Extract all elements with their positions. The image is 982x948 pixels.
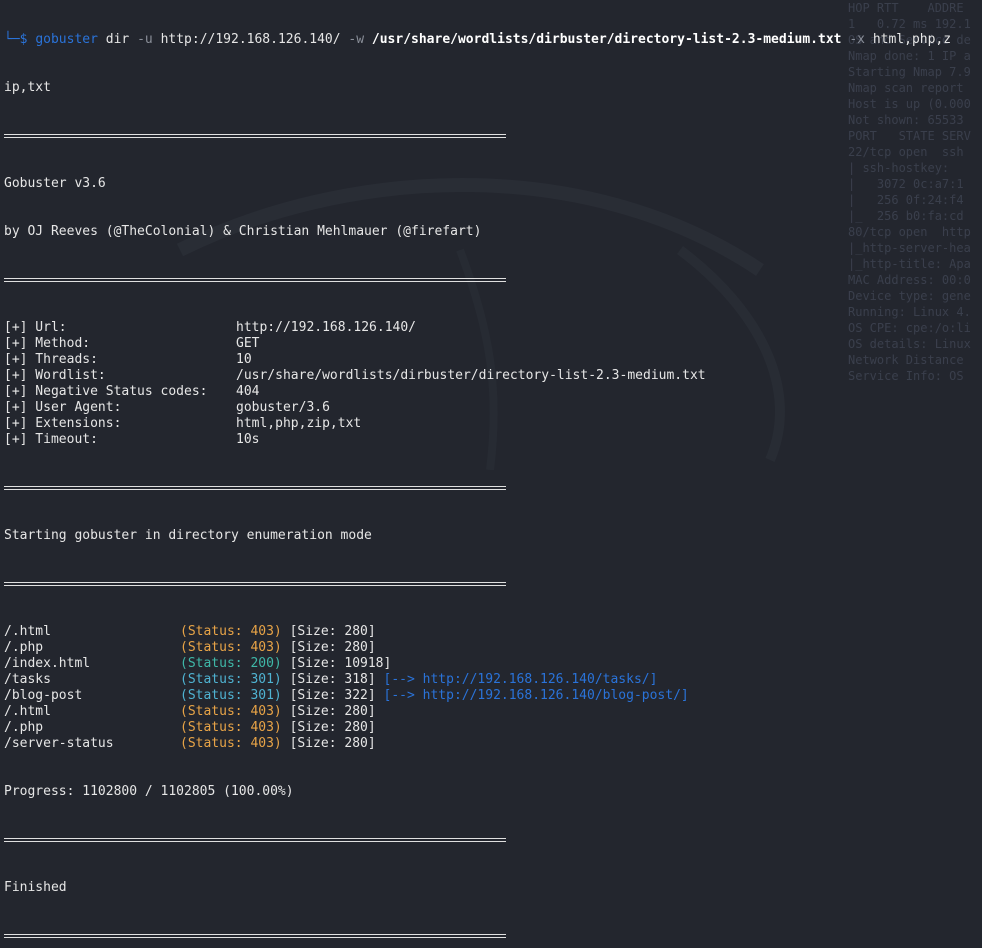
result-status: (Status: 301) — [180, 688, 282, 703]
result-path: /server-status — [4, 736, 114, 751]
result-size: [Size: 280] — [289, 704, 376, 719]
result-row: /blog-post (Status: 301) [Size: 322] [-->… — [4, 688, 980, 704]
result-status: (Status: 301) — [180, 672, 282, 687]
prompt-symbol: $ — [19, 32, 28, 47]
config-row: [+] Threads: 10 — [4, 352, 980, 368]
results-list: /.html (Status: 403) [Size: 280] /.php (Sta… — [4, 624, 980, 752]
separator — [4, 272, 980, 288]
config-row: [+] User Agent: gobuster/3.6 — [4, 400, 980, 416]
result-path: /.php — [4, 640, 44, 655]
separator — [4, 832, 980, 848]
config-value: http://192.168.126.140/ — [236, 320, 417, 335]
command-arg: -x — [849, 32, 865, 47]
separator — [4, 928, 980, 944]
result-path: /.html — [4, 704, 51, 719]
config-row: [+] Wordlist: /usr/share/wordlists/dirbus… — [4, 368, 980, 384]
config-label: [+] Method: — [4, 336, 91, 351]
result-path: /blog-post — [4, 688, 83, 703]
result-size: [Size: 280] — [289, 736, 376, 751]
terminal-output: └─$ gobuster dir -u http://192.168.126.1… — [4, 0, 980, 948]
result-size: [Size: 280] — [289, 720, 376, 735]
result-row: /server-status (Status: 403) [Size: 280] — [4, 736, 980, 752]
command-line: └─$ gobuster dir -u http://192.168.126.1… — [4, 32, 980, 48]
prompt-corner: └─ — [4, 32, 20, 47]
banner-authors: by OJ Reeves (@TheColonial) & Christian … — [4, 224, 482, 239]
command-arg: http://192.168.126.140/ — [160, 32, 341, 47]
result-size: [Size: 280] — [289, 624, 376, 639]
config-label: [+] Wordlist: — [4, 368, 106, 383]
result-status: (Status: 403) — [180, 640, 282, 655]
result-redirect-link[interactable]: [--> http://192.168.126.140/tasks/] — [384, 672, 658, 687]
config-list: [+] Url: http://192.168.126.140/[+] Metho… — [4, 320, 980, 448]
config-row: [+] Method: GET — [4, 336, 980, 352]
config-row: [+] Url: http://192.168.126.140/ — [4, 320, 980, 336]
result-row: /.php (Status: 403) [Size: 280] — [4, 640, 980, 656]
config-label: [+] Extensions: — [4, 416, 122, 431]
config-row: [+] Timeout: 10s — [4, 432, 980, 448]
banner-title: Gobuster v3.6 — [4, 176, 106, 191]
result-status: (Status: 200) — [180, 656, 282, 671]
separator — [4, 576, 980, 592]
config-value: GET — [236, 336, 260, 351]
config-value: 404 — [236, 384, 260, 399]
config-value: html,php,zip,txt — [236, 416, 362, 431]
result-path: /tasks — [4, 672, 51, 687]
result-row: /tasks (Status: 301) [Size: 318] [--> htt… — [4, 672, 980, 688]
command-arg: dir — [105, 32, 130, 47]
config-row: [+] Extensions: html,php,zip,txt — [4, 416, 980, 432]
result-status: (Status: 403) — [180, 704, 282, 719]
result-row: /.html (Status: 403) [Size: 280] — [4, 704, 980, 720]
command-arg: -w — [348, 32, 365, 47]
separator — [4, 480, 980, 496]
result-size: [Size: 10918] — [289, 656, 392, 671]
config-value: /usr/share/wordlists/dirbuster/directory… — [236, 368, 706, 383]
config-value: 10 — [236, 352, 252, 367]
result-status: (Status: 403) — [180, 720, 282, 735]
result-size: [Size: 322] — [289, 688, 376, 703]
command-name: gobuster — [35, 32, 98, 47]
result-row: /.php (Status: 403) [Size: 280] — [4, 720, 980, 736]
result-status: (Status: 403) — [180, 736, 282, 751]
result-size: [Size: 280] — [289, 640, 376, 655]
config-row: [+] Negative Status codes: 404 — [4, 384, 980, 400]
progress-text: Progress: 1102800 / 1102805 (100.00%) — [4, 784, 294, 799]
config-label: [+] Url: — [4, 320, 67, 335]
finished-text: Finished — [4, 880, 67, 895]
result-path: /index.html — [4, 656, 91, 671]
command-arg: html,php,z — [872, 32, 952, 47]
result-path: /.html — [4, 624, 51, 639]
result-path: /.php — [4, 720, 44, 735]
separator — [4, 128, 980, 144]
result-row: /.html (Status: 403) [Size: 280] — [4, 624, 980, 640]
config-label: [+] Threads: — [4, 352, 98, 367]
command-wrap: ip,txt — [4, 80, 51, 95]
config-value: 10s — [236, 432, 260, 447]
result-size: [Size: 318] — [289, 672, 376, 687]
command-arg: -u — [137, 32, 153, 47]
result-status: (Status: 403) — [180, 624, 282, 639]
command-arg: /usr/share/wordlists/dirbuster/directory… — [371, 32, 842, 47]
config-label: [+] Negative Status codes: — [4, 384, 208, 399]
config-value: gobuster/3.6 — [236, 400, 330, 415]
result-row: /index.html (Status: 200) [Size: 10918] — [4, 656, 980, 672]
config-label: [+] User Agent: — [4, 400, 122, 415]
command-args: dir -u http://192.168.126.140/ -w /usr/s… — [98, 32, 951, 47]
config-label: [+] Timeout: — [4, 432, 98, 447]
result-redirect-link[interactable]: [--> http://192.168.126.140/blog-post/] — [384, 688, 689, 703]
mode-text: Starting gobuster in directory enumerati… — [4, 528, 372, 543]
